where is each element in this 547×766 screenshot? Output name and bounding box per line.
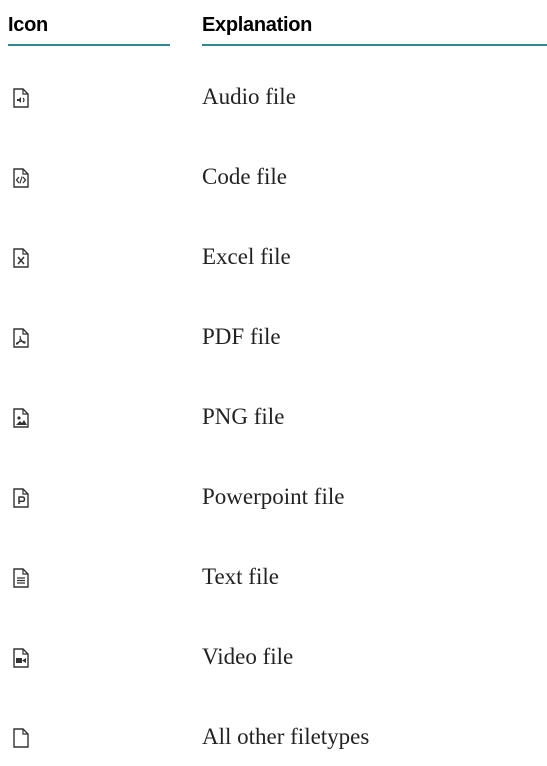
row-label: PDF file — [202, 324, 281, 349]
powerpoint-file-icon — [13, 488, 29, 508]
row-label: Text file — [202, 564, 279, 589]
table-row: Code file — [0, 158, 547, 198]
icon-header-rule — [8, 44, 170, 46]
generic-file-icon — [13, 728, 29, 748]
table-row: Video file — [0, 638, 547, 678]
table-header: Icon Explanation — [0, 0, 547, 46]
row-label: PNG file — [202, 404, 285, 429]
table-row: PDF file — [0, 318, 547, 358]
pdf-file-icon — [13, 328, 29, 348]
explanation-header-rule — [202, 44, 547, 46]
row-label: Video file — [202, 644, 294, 669]
row-label: Audio file — [202, 84, 296, 109]
video-file-icon — [13, 648, 29, 668]
png-file-icon — [13, 408, 29, 428]
text-file-icon — [13, 568, 29, 588]
excel-file-icon — [13, 248, 29, 268]
table-row: Text file — [0, 558, 547, 598]
table-row: Excel file — [0, 238, 547, 278]
row-label: Excel file — [202, 244, 291, 269]
table-row: Audio file — [0, 78, 547, 118]
row-label: Code file — [202, 164, 287, 189]
icon-column-header: Icon — [8, 14, 48, 36]
table-row: PNG file — [0, 398, 547, 438]
explanation-column-header: Explanation — [202, 14, 313, 36]
row-label: All other filetypes — [202, 724, 370, 749]
code-file-icon — [13, 168, 29, 188]
row-label: Powerpoint file — [202, 484, 345, 509]
file-icon-legend-table: Icon Explanation Audio file Code file Ex… — [0, 0, 547, 749]
table-row: All other filetypes — [0, 718, 547, 758]
table-row: Powerpoint file — [0, 478, 547, 518]
audio-file-icon — [13, 88, 29, 108]
